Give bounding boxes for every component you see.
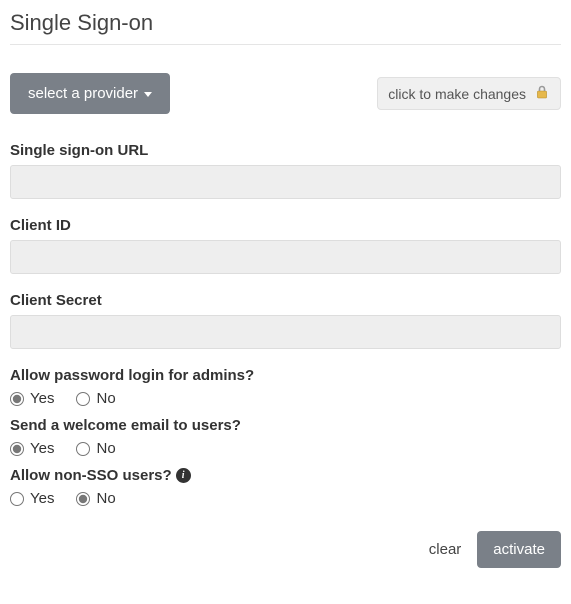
- non-sso-group: Allow non-SSO users? i Yes No: [10, 467, 561, 507]
- sso-url-group: Single sign-on URL: [10, 142, 561, 199]
- page-title: Single Sign-on: [10, 10, 561, 45]
- welcome-email-yes-text: Yes: [30, 440, 54, 457]
- select-provider-button[interactable]: select a provider: [10, 73, 170, 114]
- lock-icon: [534, 84, 550, 103]
- welcome-email-no-text: No: [96, 440, 115, 457]
- non-sso-yes-radio[interactable]: [10, 492, 24, 506]
- select-provider-label: select a provider: [28, 85, 138, 102]
- welcome-email-no-radio[interactable]: [76, 442, 90, 456]
- sso-url-label: Single sign-on URL: [10, 142, 561, 159]
- admin-password-no-radio[interactable]: [76, 392, 90, 406]
- non-sso-no-radio[interactable]: [76, 492, 90, 506]
- non-sso-label-row: Allow non-SSO users? i: [10, 467, 561, 484]
- non-sso-no-option[interactable]: No: [76, 490, 115, 507]
- non-sso-label: Allow non-SSO users?: [10, 467, 172, 484]
- welcome-email-yes-radio[interactable]: [10, 442, 24, 456]
- welcome-email-yes-option[interactable]: Yes: [10, 440, 54, 457]
- admin-password-yes-option[interactable]: Yes: [10, 390, 54, 407]
- admin-password-no-option[interactable]: No: [76, 390, 115, 407]
- client-secret-group: Client Secret: [10, 292, 561, 349]
- clear-button[interactable]: clear: [429, 541, 462, 558]
- client-id-label: Client ID: [10, 217, 561, 234]
- client-id-input[interactable]: [10, 240, 561, 274]
- caret-down-icon: [144, 92, 152, 97]
- activate-button[interactable]: activate: [477, 531, 561, 568]
- welcome-email-label: Send a welcome email to users?: [10, 417, 561, 434]
- client-id-group: Client ID: [10, 217, 561, 274]
- lock-badge-text: click to make changes: [388, 86, 526, 102]
- admin-password-yes-radio[interactable]: [10, 392, 24, 406]
- welcome-email-no-option[interactable]: No: [76, 440, 115, 457]
- sso-url-input[interactable]: [10, 165, 561, 199]
- non-sso-no-text: No: [96, 490, 115, 507]
- admin-password-label: Allow password login for admins?: [10, 367, 561, 384]
- lock-changes-badge[interactable]: click to make changes: [377, 77, 561, 110]
- non-sso-yes-option[interactable]: Yes: [10, 490, 54, 507]
- footer: clear activate: [10, 531, 561, 568]
- admin-password-no-text: No: [96, 390, 115, 407]
- client-secret-input[interactable]: [10, 315, 561, 349]
- admin-password-group: Allow password login for admins? Yes No: [10, 367, 561, 407]
- info-icon[interactable]: i: [176, 468, 191, 483]
- admin-password-yes-text: Yes: [30, 390, 54, 407]
- non-sso-yes-text: Yes: [30, 490, 54, 507]
- welcome-email-group: Send a welcome email to users? Yes No: [10, 417, 561, 457]
- client-secret-label: Client Secret: [10, 292, 561, 309]
- top-row: select a provider click to make changes: [10, 73, 561, 114]
